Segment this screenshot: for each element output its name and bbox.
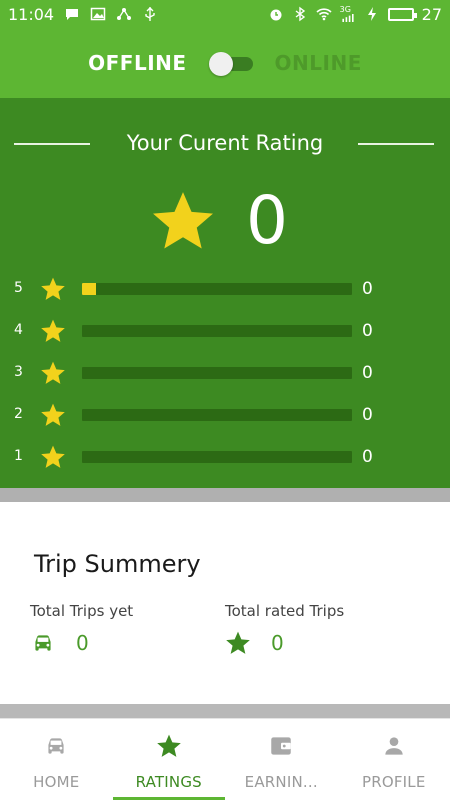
rating-bar-fill: [82, 283, 96, 295]
rating-row-count: 0: [362, 363, 373, 383]
rating-row-5: 5 0: [0, 276, 450, 302]
usb-icon: [142, 6, 158, 22]
rating-bar: [82, 409, 352, 421]
rating-bar: [82, 325, 352, 337]
toggle-thumb[interactable]: [208, 52, 233, 76]
rating-row-stars: 5: [14, 280, 23, 296]
nav-earnings-label: EARNIN...: [244, 773, 318, 791]
rating-bar: [82, 451, 352, 463]
rating-row-count: 0: [362, 405, 373, 425]
trip-summary-title: Trip Summery: [34, 550, 201, 578]
bottom-nav: HOME RATINGS EARNIN... PROFILE: [0, 718, 450, 800]
rating-row-2: 2 0: [0, 402, 450, 428]
image-icon: [90, 6, 106, 22]
wallet-icon: [268, 733, 294, 759]
nav-earnings[interactable]: EARNIN...: [225, 719, 338, 800]
charging-icon: [364, 6, 380, 22]
status-bar: 11:04 3G 27: [0, 0, 450, 28]
star-icon: [40, 318, 66, 344]
nav-profile-label: PROFILE: [361, 773, 426, 791]
total-rated-label: Total rated Trips: [225, 602, 345, 620]
nav-profile[interactable]: PROFILE: [338, 719, 450, 800]
section-divider: [0, 704, 450, 718]
message-icon: [64, 6, 80, 22]
offline-label[interactable]: OFFLINE: [88, 51, 186, 75]
nav-ratings[interactable]: RATINGS: [112, 719, 226, 800]
rating-row-count: 0: [362, 279, 373, 299]
star-icon: [156, 733, 182, 759]
battery-level: 27: [421, 4, 442, 24]
rating-row-stars: 4: [14, 322, 23, 338]
rating-bar: [82, 283, 352, 295]
rating-row-stars: 1: [14, 448, 23, 464]
title-rule-right: [358, 143, 434, 145]
total-trips-label: Total Trips yet: [30, 602, 134, 620]
status-time: 11:04: [8, 4, 55, 24]
section-divider: [0, 488, 450, 502]
star-icon: [40, 276, 66, 302]
total-rated-stat: Total rated Trips 0: [225, 602, 344, 656]
total-trips-stat: Total Trips yet 0: [30, 602, 133, 656]
rating-title-row: Your Curent Rating: [0, 128, 450, 158]
car-icon: [43, 733, 69, 759]
nav-ratings-label: RATINGS: [135, 773, 202, 791]
car-icon: [30, 630, 56, 656]
trip-summary-card: Trip Summery Total Trips yet 0 Total rat…: [0, 502, 450, 704]
signal-icon: 3G: [340, 6, 356, 22]
person-icon: [381, 733, 407, 759]
rating-row-3: 3 0: [0, 360, 450, 386]
online-label[interactable]: ONLINE: [275, 51, 362, 75]
availability-header: OFFLINE ONLINE: [0, 28, 450, 98]
star-icon: [150, 188, 216, 254]
rating-row-stars: 2: [14, 406, 23, 422]
rating-panel: Your Curent Rating 0 5 0 4 0 3 0 2 0 1 0: [0, 98, 450, 488]
rating-row-4: 4 0: [0, 318, 450, 344]
wifi-icon: [316, 6, 332, 22]
total-trips-value: 0: [76, 631, 89, 655]
rating-row-stars: 3: [14, 364, 23, 380]
rating-value: 0: [246, 182, 288, 259]
star-icon: [40, 360, 66, 386]
network-type: 3G: [339, 5, 351, 14]
bluetooth-icon: [292, 6, 308, 22]
total-rated-value: 0: [271, 631, 284, 655]
star-icon: [225, 630, 251, 656]
battery-icon: [387, 7, 417, 21]
star-icon: [40, 444, 66, 470]
current-rating: 0: [150, 186, 288, 256]
nav-home[interactable]: HOME: [0, 719, 113, 800]
rating-row-count: 0: [362, 447, 373, 467]
share-icon: [116, 6, 132, 22]
star-icon: [40, 402, 66, 428]
nav-home-label: HOME: [33, 773, 80, 791]
rating-row-count: 0: [362, 321, 373, 341]
rating-bar: [82, 367, 352, 379]
rating-row-1: 1 0: [0, 444, 450, 470]
availability-toggle[interactable]: [208, 52, 253, 76]
alarm-icon: [268, 6, 284, 22]
